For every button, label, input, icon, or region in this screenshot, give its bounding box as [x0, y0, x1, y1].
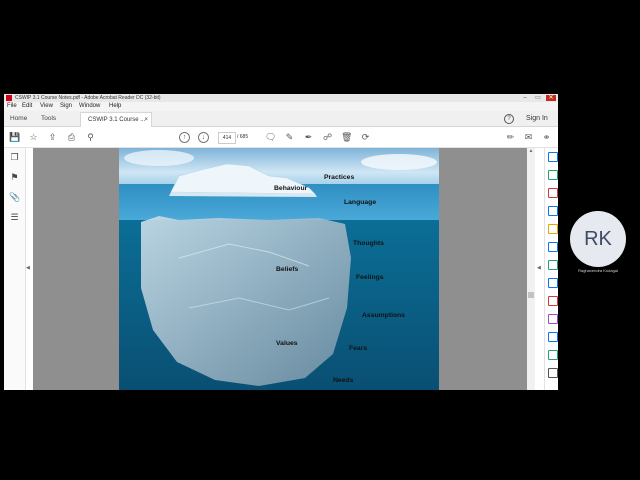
tool-pane-icon[interactable] — [548, 206, 558, 216]
tab-home[interactable]: Home — [10, 111, 27, 126]
mail-icon[interactable]: ✉ — [523, 132, 534, 143]
close-tab-icon[interactable]: × — [144, 113, 148, 127]
label-behaviour: Behaviour — [274, 185, 308, 192]
page-number-input[interactable]: 414 — [218, 132, 236, 144]
minimize-button[interactable]: – — [520, 95, 530, 101]
tool-pane-icon[interactable] — [548, 332, 558, 342]
menu-edit[interactable]: Edit — [22, 102, 32, 111]
tool-pane-icon[interactable] — [548, 170, 558, 180]
tool-pane-icon[interactable] — [548, 152, 558, 162]
sign-icon[interactable]: ✒ — [303, 132, 314, 143]
pdf-page: Behaviour Practices Language Beliefs Val… — [119, 148, 439, 390]
collapse-left-icon[interactable]: ◀ — [26, 265, 30, 271]
tool-pane-icon[interactable] — [548, 296, 558, 306]
window-title: CSWIP 3.1 Course Notes.pdf - Adobe Acrob… — [15, 95, 161, 101]
acrobat-app-icon — [6, 95, 12, 101]
label-beliefs: Beliefs — [276, 266, 299, 273]
maximize-button[interactable]: ▭ — [533, 95, 543, 101]
pen-icon[interactable]: ✎ — [284, 132, 295, 143]
menu-view[interactable]: View — [40, 102, 53, 111]
help-icon[interactable]: ? — [504, 114, 514, 124]
comment-icon[interactable]: 🗨 — [265, 132, 276, 143]
toolbar: 💾 ☆ ⇪ ⎙ ⚲ ↑ ↓ 414 / 685 🗨 ✎ ✒ ☍ 🗑 ⟳ ✏ ✉ … — [4, 127, 558, 148]
title-bar: CSWIP 3.1 Course Notes.pdf - Adobe Acrob… — [4, 94, 558, 102]
vertical-scrollbar[interactable]: ▲ — [527, 148, 535, 390]
tab-tools[interactable]: Tools — [41, 111, 56, 126]
collapse-right-icon[interactable]: ◀ — [537, 265, 541, 271]
print-icon[interactable]: ⎙ — [66, 132, 77, 143]
layers-icon[interactable]: ☰ — [9, 212, 20, 223]
arrow-up-icon[interactable]: ↑ — [179, 132, 190, 143]
label-assumptions: Assumptions — [362, 312, 406, 319]
arrow-down-icon[interactable]: ↓ — [198, 132, 209, 143]
tool-pane-icon[interactable] — [548, 314, 558, 324]
menu-help[interactable]: Help — [109, 102, 121, 111]
star-icon[interactable]: ☆ — [28, 132, 39, 143]
document-tab-label: CSWIP 3.1 Course ... — [88, 117, 146, 123]
menu-window[interactable]: Window — [79, 102, 100, 111]
tool-pane-icon[interactable] — [548, 224, 558, 234]
tab-document[interactable]: CSWIP 3.1 Course ... × — [80, 112, 152, 127]
tool-pane-icon[interactable] — [548, 278, 558, 288]
sign-in-button[interactable]: Sign In — [526, 111, 548, 126]
participant-avatar: RK — [570, 211, 626, 267]
tool-pane-icon[interactable] — [548, 242, 558, 252]
tool-pane-icon[interactable] — [548, 260, 558, 270]
label-language: Language — [344, 199, 377, 206]
close-window-button[interactable]: ✕ — [546, 95, 556, 101]
label-needs: Needs — [333, 377, 354, 384]
participant-name: Raghavendra Kodagal — [578, 268, 618, 273]
share-icon[interactable]: ⚭ — [541, 132, 552, 143]
upload-icon[interactable]: ⇪ — [47, 132, 58, 143]
menu-file[interactable]: File — [7, 102, 17, 111]
acrobat-window: CSWIP 3.1 Course Notes.pdf - Adobe Acrob… — [4, 94, 558, 390]
label-practices: Practices — [324, 174, 355, 181]
tool-pane-icon[interactable] — [548, 350, 558, 360]
magnifier-icon[interactable]: ⚲ — [85, 132, 96, 143]
pages-icon[interactable]: ❐ — [9, 152, 20, 163]
menu-sign[interactable]: Sign — [60, 102, 72, 111]
tool-pane-icon[interactable] — [548, 188, 558, 198]
left-sidebar: ❐ ⚑ 📎 ☰ — [4, 148, 26, 390]
label-values: Values — [276, 340, 298, 347]
label-thoughts: Thoughts — [353, 240, 384, 247]
page-total: / 685 — [237, 134, 249, 140]
tab-bar: Home Tools CSWIP 3.1 Course ... × ? Sign… — [4, 111, 558, 127]
scroll-thumb[interactable] — [528, 292, 534, 298]
scroll-up-icon[interactable]: ▲ — [527, 148, 535, 154]
save-icon[interactable]: 💾 — [9, 132, 20, 143]
label-fears: Fears — [349, 345, 368, 352]
menu-bar: File Edit View Sign Window Help — [4, 102, 558, 111]
stamp-icon[interactable]: ☍ — [322, 132, 333, 143]
bookmark-icon[interactable]: ⚑ — [9, 172, 20, 183]
label-feelings: Feelings — [356, 274, 384, 281]
rotate-icon[interactable]: ⟳ — [360, 132, 371, 143]
attachment-icon[interactable]: 📎 — [9, 192, 20, 203]
tool-pane-icon[interactable] — [548, 368, 558, 378]
right-tools-pane — [544, 148, 558, 390]
edit-icon[interactable]: ✏ — [505, 132, 516, 143]
trash-icon[interactable]: 🗑 — [341, 132, 352, 143]
